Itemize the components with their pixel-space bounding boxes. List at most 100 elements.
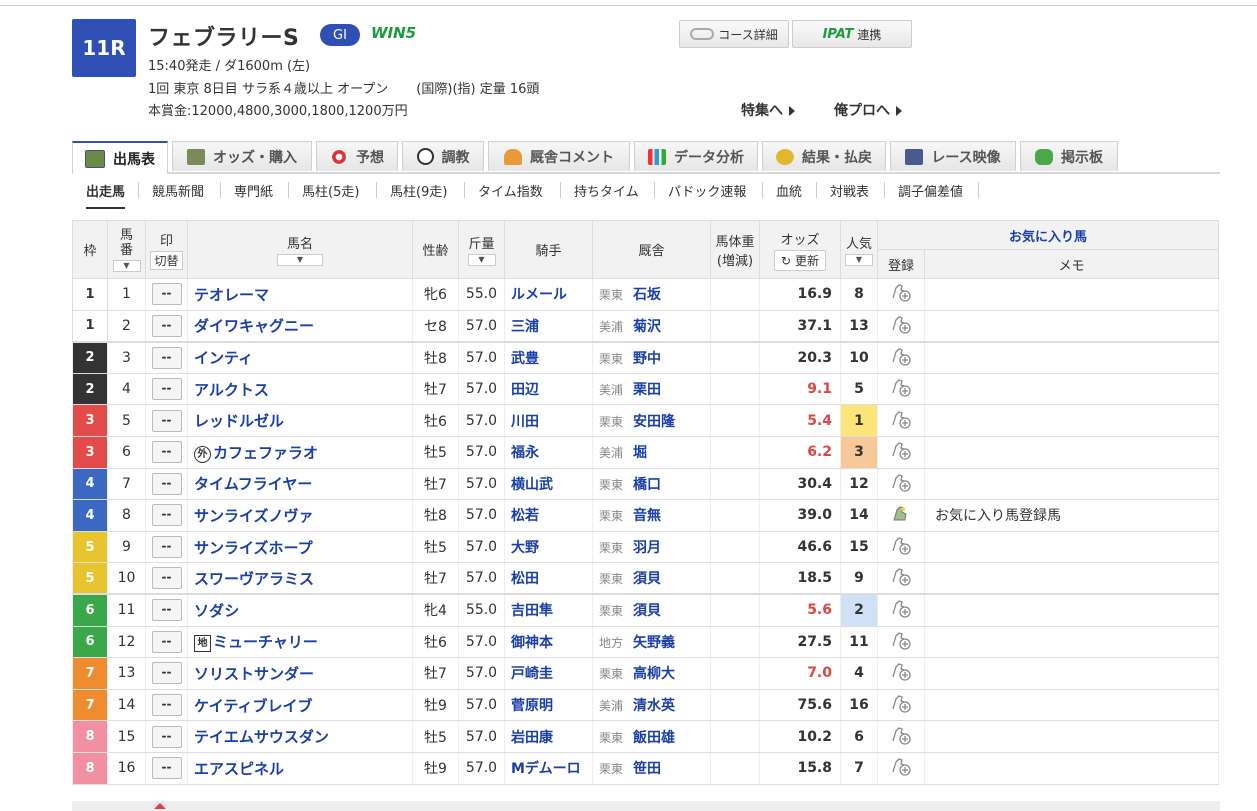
mark-select[interactable]: --: [151, 472, 182, 495]
memo-cell[interactable]: [924, 689, 1219, 722]
subnav-time-index[interactable]: タイム指数: [478, 181, 543, 201]
tab-data-analysis[interactable]: データ分析: [634, 141, 758, 171]
memo-cell[interactable]: [924, 278, 1219, 311]
mark-select[interactable]: --: [151, 567, 182, 590]
favorite-add-icon[interactable]: [890, 313, 912, 335]
subnav-senmonshi[interactable]: 専門紙: [234, 181, 273, 201]
horse-name-link[interactable]: エアスピネル: [194, 760, 284, 778]
win5-badge[interactable]: WIN5: [371, 24, 416, 42]
trainer-link[interactable]: 石坂: [633, 287, 661, 303]
favorite-add-icon[interactable]: [890, 724, 912, 746]
jockey-link[interactable]: 武豊: [511, 351, 539, 367]
tab-odds[interactable]: オッズ・購入: [172, 141, 312, 171]
tab-bbs[interactable]: 掲示板: [1020, 141, 1118, 171]
chevron-down-icon[interactable]: ▼: [845, 254, 873, 266]
horse-name-link[interactable]: ダイワキャグニー: [194, 317, 314, 335]
subnav-condition-dev[interactable]: 調子偏差値: [898, 181, 963, 201]
tab-race-video[interactable]: レース映像: [890, 141, 1016, 171]
jockey-link[interactable]: 菅原明: [511, 698, 553, 714]
jockey-link[interactable]: 三浦: [511, 319, 539, 335]
feature-link[interactable]: 特集へ: [741, 100, 795, 120]
tab-shutuba[interactable]: 出馬表: [72, 141, 168, 174]
horse-name-link[interactable]: ミューチャリー: [213, 633, 318, 651]
horse-name-link[interactable]: テオレーマ: [194, 286, 269, 304]
favorite-add-icon[interactable]: [890, 376, 912, 398]
odds-update-button[interactable]: ↻ 更新: [774, 249, 826, 271]
chevron-down-icon[interactable]: ▼: [112, 259, 141, 272]
tab-stable-comment[interactable]: 厩舎コメント: [488, 141, 630, 171]
jockey-link[interactable]: 松若: [511, 508, 539, 524]
subnav-paddock[interactable]: パドック速報: [668, 181, 746, 201]
mark-select[interactable]: --: [151, 346, 182, 369]
tab-results[interactable]: 結果・払戻: [762, 141, 886, 171]
favorite-add-icon[interactable]: [890, 439, 912, 461]
horse-name-link[interactable]: インティ: [194, 349, 253, 367]
memo-cell[interactable]: [924, 531, 1219, 564]
trainer-link[interactable]: 菊沢: [633, 319, 661, 335]
mark-select[interactable]: --: [151, 504, 182, 527]
horse-name-link[interactable]: ソリストサンダー: [194, 665, 314, 683]
jockey-link[interactable]: Mデムーロ: [511, 761, 581, 777]
mark-select[interactable]: --: [151, 378, 182, 401]
horse-name-link[interactable]: ソダシ: [194, 602, 239, 620]
favorite-add-icon[interactable]: [890, 471, 912, 493]
favorite-registered-icon[interactable]: [890, 502, 912, 524]
trainer-link[interactable]: 飯田雄: [633, 730, 675, 746]
favorite-add-icon[interactable]: [890, 692, 912, 714]
mark-select[interactable]: --: [151, 662, 182, 685]
memo-cell[interactable]: [924, 562, 1219, 595]
bottom-scroll-bar[interactable]: [72, 801, 1220, 811]
ipat-link-button[interactable]: IPAT 連携: [792, 20, 912, 48]
jockey-link[interactable]: 戸崎圭: [511, 666, 553, 682]
header-popularity[interactable]: 人気 ▼: [840, 220, 878, 279]
mark-select[interactable]: --: [151, 283, 182, 306]
subnav-umabashira-9[interactable]: 馬柱(9走): [390, 181, 447, 201]
jockey-link[interactable]: 吉田隼: [511, 603, 553, 619]
memo-cell[interactable]: [924, 468, 1219, 501]
orepro-link[interactable]: 俺プロへ: [834, 100, 902, 120]
jockey-link[interactable]: 松田: [511, 571, 539, 587]
favorite-add-icon[interactable]: [890, 755, 912, 777]
favorite-add-icon[interactable]: [890, 408, 912, 430]
horse-name-link[interactable]: サンライズノヴァ: [194, 507, 314, 525]
mark-select[interactable]: --: [151, 694, 182, 717]
jockey-link[interactable]: 御神本: [511, 635, 553, 651]
mark-select[interactable]: --: [151, 725, 182, 748]
trainer-link[interactable]: 須貝: [633, 603, 661, 619]
trainer-link[interactable]: 笹田: [633, 761, 661, 777]
mark-select[interactable]: --: [151, 409, 182, 432]
subnav-matchup[interactable]: 対戦表: [830, 181, 869, 201]
trainer-link[interactable]: 清水英: [633, 698, 675, 714]
horse-name-link[interactable]: アルクトス: [194, 381, 269, 399]
favorite-add-icon[interactable]: [890, 597, 912, 619]
favorite-add-icon[interactable]: [890, 345, 912, 367]
favorite-add-icon[interactable]: [890, 534, 912, 556]
jockey-link[interactable]: 横山武: [511, 477, 553, 493]
memo-cell[interactable]: [924, 593, 1219, 627]
jockey-link[interactable]: 岩田康: [511, 730, 553, 746]
tab-chokyo[interactable]: 調教: [402, 141, 484, 171]
memo-cell[interactable]: [924, 752, 1219, 785]
course-detail-button[interactable]: コース詳細: [679, 20, 789, 48]
memo-cell[interactable]: お気に入り馬登録馬: [924, 499, 1219, 532]
tab-yoso[interactable]: 予想: [316, 141, 398, 171]
trainer-link[interactable]: 羽月: [633, 540, 661, 556]
mark-select[interactable]: --: [151, 630, 182, 653]
horse-name-link[interactable]: レッドルゼル: [194, 412, 284, 430]
subnav-umabashira-5[interactable]: 馬柱(5走): [302, 181, 359, 201]
header-weight-carried[interactable]: 斤量 ▼: [458, 220, 505, 279]
trainer-link[interactable]: 堀: [633, 445, 647, 461]
jockey-link[interactable]: 川田: [511, 414, 539, 430]
chevron-down-icon[interactable]: ▼: [277, 254, 323, 266]
favorite-add-icon[interactable]: [890, 629, 912, 651]
jockey-link[interactable]: 田辺: [511, 382, 539, 398]
memo-cell[interactable]: [924, 657, 1219, 690]
trainer-link[interactable]: 安田隆: [633, 414, 675, 430]
horse-name-link[interactable]: カフェファラオ: [213, 444, 318, 462]
horse-name-link[interactable]: テイエムサウスダン: [194, 728, 329, 746]
memo-cell[interactable]: [924, 340, 1219, 374]
trainer-link[interactable]: 野中: [633, 351, 661, 367]
header-favorites[interactable]: お気に入り馬: [877, 220, 1219, 250]
memo-cell[interactable]: [924, 373, 1219, 406]
trainer-link[interactable]: 須貝: [633, 571, 661, 587]
